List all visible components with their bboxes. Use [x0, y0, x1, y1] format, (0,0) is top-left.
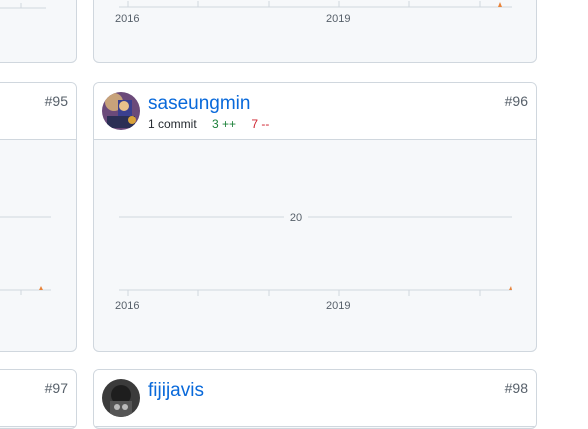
contributor-card-mid-left: #95 [0, 82, 77, 352]
username-link[interactable]: fijijavis [148, 380, 204, 402]
contributor-card-fijijavis: fijijavis #98 [93, 369, 537, 429]
activity-chart-top-right: 2016 2019 [115, 1, 512, 25]
activity-chart-mid-left [0, 216, 51, 295]
tick-label-2019: 2019 [326, 13, 350, 25]
chart-label: 20 [290, 212, 302, 224]
avatar[interactable] [102, 92, 140, 130]
contributor-card-top-right: 2016 2019 [93, 0, 537, 63]
commit-count-link[interactable]: 1 commit [148, 117, 197, 131]
tick-label-2019: 2019 [326, 300, 350, 312]
avatar[interactable] [102, 379, 140, 417]
activity-chart-top-left [0, 3, 46, 9]
card-header: saseungmin 1 commit 3 ++ 7 -- #96 [94, 83, 536, 140]
card-header: fijijavis #98 [94, 370, 536, 427]
commit-stats: 1 commit 3 ++ 7 -- [148, 117, 269, 131]
rank-badge: #98 [504, 380, 528, 396]
tick-label-2016: 2016 [115, 13, 139, 25]
rank-badge: #97 [44, 380, 68, 396]
tick-label-2016: 2016 [115, 300, 139, 312]
contributor-card-bottom-left: #97 [0, 369, 77, 429]
username-link[interactable]: saseungmin [148, 93, 250, 115]
contributor-card-saseungmin: 20 2016 2019 saseungmin 1 commit 3 ++ 7 … [93, 82, 537, 352]
rank-badge: #96 [504, 93, 528, 109]
additions-count: 3 ++ [212, 117, 237, 131]
contributor-card-top-left [0, 0, 77, 63]
activity-spike [498, 2, 502, 7]
deletions-count: 7 -- [251, 117, 270, 131]
activity-spike [509, 286, 512, 290]
